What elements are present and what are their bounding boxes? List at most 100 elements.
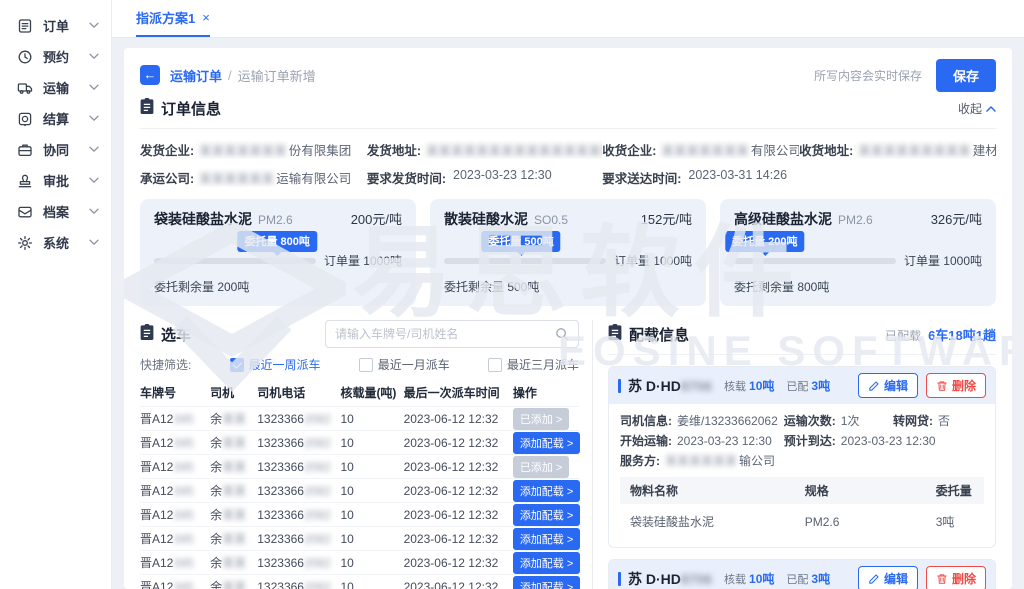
last-dispatch-cell: 2023-06-12 12:32 (404, 407, 513, 431)
breadcrumb-parent[interactable]: 运输订单 (170, 66, 222, 85)
checkbox-icon[interactable] (488, 358, 502, 372)
plate-cell: 晋A12345 (140, 431, 210, 455)
sidebar-item-order[interactable]: 订单 (0, 10, 111, 41)
filter-checkbox-1[interactable]: 最近一周派车 (230, 356, 321, 373)
filter-label: 最近三月派车 (507, 356, 579, 373)
loaded-kv: 已配3吨 (786, 570, 830, 587)
save-button[interactable]: 保存 (936, 59, 996, 92)
vehicle-table-body: 晋A12345余某某13233662062102023-06-12 12:32已… (140, 407, 579, 589)
breadcrumb-separator: / (228, 68, 232, 83)
field-value: 2023-03-31 14:26 (688, 168, 787, 187)
chevron-down-icon (89, 115, 99, 122)
driver-cell: 余某某 (210, 407, 257, 431)
capacity-cell: 10 (340, 575, 403, 589)
filter-checkbox-3[interactable]: 最近三月派车 (488, 356, 579, 373)
filter-checkbox-2[interactable]: 最近一月派车 (359, 356, 450, 373)
trip-count: 1次 (841, 411, 860, 431)
sidebar-item-collab[interactable]: 协同 (0, 134, 111, 165)
sidebar-item-archive[interactable]: 档案 (0, 196, 111, 227)
tab-close-icon[interactable]: × (202, 10, 210, 25)
chevron-down-icon (89, 146, 99, 153)
table-row: 晋A12345余某某13233662062102023-06-12 12:32添… (140, 527, 579, 551)
vehicle-search-input[interactable] (335, 327, 555, 341)
sidebar-item-label: 运输 (43, 78, 69, 97)
service-provider-redacted: 某某某某某某 (665, 451, 737, 471)
phone-cell: 13233662062 (257, 551, 340, 575)
sidebar-item-label: 订单 (43, 16, 69, 35)
add-load-button[interactable]: 添加配载 > (513, 504, 580, 526)
action-cell: 添加配载 > (513, 575, 579, 589)
load-card: 苏 D·HD8706核载10吨已配3吨编辑删除司机信息:姜维/132336620… (608, 366, 996, 548)
autosave-hint: 所写内容会实时保存 (814, 67, 922, 84)
order-quantity: 订单量 1000吨 (324, 252, 402, 269)
sidebar-item-approve[interactable]: 审批 (0, 165, 111, 196)
card-info-row: 司机信息:姜维/13233662062运输次数:1次转网贷:否 (620, 411, 984, 431)
filter-label: 最近一周派车 (249, 356, 321, 373)
product-cards: 袋装硅酸盐水泥PM2.6200元/吨委托量 800吨订单量 1000吨委托剩余量… (140, 199, 996, 306)
add-load-button[interactable]: 添加配载 > (513, 480, 580, 502)
phone-cell: 13233662062 (257, 575, 340, 589)
load-panel: 配载信息 已配载 6车18吨1趟 苏 D·HD8706核载10吨已配3吨编辑删除… (593, 320, 996, 589)
quick-filter-label: 快捷筛选: (140, 356, 191, 373)
add-load-button[interactable]: 添加配载 > (513, 528, 580, 550)
chevron-down-icon (89, 22, 99, 29)
loaded-kv: 已配3吨 (786, 377, 830, 394)
safe-icon (17, 110, 34, 127)
chevron-down-icon (89, 177, 99, 184)
order-quantity: 订单量 1000吨 (614, 252, 692, 269)
delete-button[interactable]: 删除 (926, 373, 986, 398)
field-value: 运输有限公司 (276, 168, 351, 187)
sidebar-item-transport[interactable]: 运输 (0, 72, 111, 103)
collapse-toggle[interactable]: 收起 (958, 100, 996, 117)
sidebar-item-system[interactable]: 系统 (0, 227, 111, 258)
added-button: 已添加 > (513, 408, 569, 430)
sidebar-item-settle[interactable]: 结算 (0, 103, 111, 134)
action-cell: 已添加 > (513, 407, 579, 431)
add-load-button[interactable]: 添加配载 > (513, 432, 580, 454)
breadcrumb: ← 运输订单 / 运输订单新增 所写内容会实时保存 保存 (140, 60, 996, 90)
product-name: 散装硅酸水泥 (444, 209, 528, 229)
field-value: 份有限集团 (289, 140, 352, 159)
edit-button[interactable]: 编辑 (858, 566, 918, 589)
vehicle-plate: 苏 D·HD8706 (628, 376, 712, 396)
progress-row: 订单量 1000吨 (734, 252, 982, 269)
capacity-cell: 10 (340, 551, 403, 575)
loaded-summary: 已配载 6车18吨1趟 (885, 325, 996, 344)
last-dispatch-cell: 2023-06-12 12:32 (404, 479, 513, 503)
capacity-cell: 10 (340, 431, 403, 455)
entrusted-amount-tooltip: 委托量 800吨 (237, 231, 316, 252)
vehicle-panel: 选车 快捷筛选: 最近一周派车 最近一月派车 最近三月派车 (140, 320, 593, 589)
checkbox-icon[interactable] (230, 358, 244, 372)
add-load-button[interactable]: 添加配载 > (513, 552, 580, 574)
order-icon (17, 17, 34, 34)
entrusted-amount-tooltip: 委托量 200吨 (725, 231, 804, 252)
search-icon[interactable] (555, 327, 569, 341)
table-row: 晋A12345余某某13233662062102023-06-12 12:32添… (140, 575, 579, 589)
vehicle-search-box (325, 320, 579, 348)
sidebar-item-label: 审批 (43, 171, 69, 190)
action-cell: 添加配载 > (513, 527, 579, 551)
column-header: 车牌号 (140, 378, 210, 407)
order-info-fields: 发货企业:某某某某某某某份有限集团发货地址:某某某某某某某某某某某某某某某收货企… (140, 140, 996, 187)
vehicle-panel-header: 选车 (140, 320, 579, 348)
checkbox-icon[interactable] (359, 358, 373, 372)
add-load-button[interactable]: 添加配载 > (513, 576, 580, 589)
material-name: 袋装硅酸盐水泥 (620, 504, 795, 537)
load-cards: 苏 D·HD8706核载10吨已配3吨编辑删除司机信息:姜维/132336620… (608, 366, 996, 589)
sidebar-item-label: 预约 (43, 47, 69, 66)
column-header: 规格 (795, 477, 926, 504)
sidebar-item-booking[interactable]: 预约 (0, 41, 111, 72)
delete-button[interactable]: 删除 (926, 566, 986, 589)
back-button[interactable]: ← (140, 65, 160, 85)
card-info-row: 开始运输:2023-03-23 12:30预计到达:2023-03-23 12:… (620, 431, 984, 451)
vehicle-panel-title: 选车 (161, 324, 191, 345)
load-panel-header: 配载信息 已配载 6车18吨1趟 (608, 320, 996, 348)
driver-cell: 余某某 (210, 575, 257, 589)
tab-dispatch-plan-1[interactable]: 指派方案1 × (136, 0, 210, 37)
start-time: 2023-03-23 12:30 (677, 431, 772, 451)
filter-label: 最近一月派车 (378, 356, 450, 373)
edit-button[interactable]: 编辑 (858, 373, 918, 398)
sidebar-item-label: 结算 (43, 109, 69, 128)
material-row: 袋装硅酸盐水泥PM2.63吨 (620, 504, 984, 537)
phone-cell: 13233662062 (257, 527, 340, 551)
